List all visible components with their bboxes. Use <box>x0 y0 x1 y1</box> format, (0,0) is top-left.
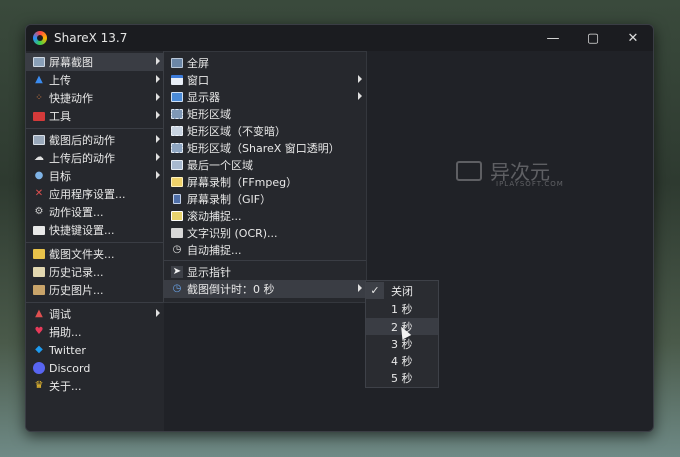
chevron-right-icon <box>156 75 160 83</box>
menu-item-destinations[interactable]: ● 目标 <box>26 167 164 185</box>
gif-record-icon <box>171 193 183 205</box>
capture-fullscreen[interactable]: 全屏 <box>164 54 366 72</box>
window-title: ShareX 13.7 <box>54 31 128 45</box>
watermark-logo-icon <box>456 160 482 181</box>
discord-icon <box>33 362 45 374</box>
user-target-icon: ● <box>34 170 44 181</box>
ocr-icon <box>171 227 183 239</box>
main-menu: 屏幕截图 ▲ 上传 ⁘ 快捷动作 工具 截图后的动作 ☁ 上传后的动作 ● 目标… <box>26 51 164 431</box>
chevron-right-icon <box>156 135 160 143</box>
capture-gif-recording[interactable]: 屏幕录制（GIF） <box>164 190 366 208</box>
cloud-icon: ☁ <box>34 152 44 163</box>
capture-ocr[interactable]: 文字识别 (OCR)... <box>164 224 366 242</box>
toolbox-icon <box>33 110 45 122</box>
delay-option-1s[interactable]: 1 秒 <box>366 300 438 317</box>
scroll-capture-icon <box>171 210 183 222</box>
menu-item-upload[interactable]: ▲ 上传 <box>26 71 164 89</box>
menu-item-after-upload[interactable]: ☁ 上传后的动作 <box>26 149 164 167</box>
monitor-action-icon <box>33 134 45 146</box>
wrench-icon: ✕ <box>34 188 44 199</box>
video-record-icon <box>171 176 183 188</box>
upload-arrow-icon: ▲ <box>35 74 43 85</box>
menu-item-after-capture[interactable]: 截图后的动作 <box>26 131 164 149</box>
capture-show-cursor[interactable]: ➤ 显示指针 <box>164 263 366 281</box>
rectangle-icon <box>171 108 183 120</box>
capture-region-transparent[interactable]: 矩形区域（ShareX 窗口透明） <box>164 139 366 157</box>
grid-dots-icon: ⁘ <box>35 93 43 103</box>
capture-monitor[interactable]: 显示器 <box>164 88 366 106</box>
capture-screenshot-delay[interactable]: ◷ 截图倒计时：0 秒 <box>164 280 366 298</box>
chevron-right-icon <box>156 93 160 101</box>
capture-region-light[interactable]: 矩形区域（不变暗） <box>164 122 366 140</box>
crown-icon: ♛ <box>34 380 44 391</box>
title-bar[interactable]: ShareX 13.7 — ▢ ✕ <box>26 25 653 51</box>
history-icon <box>33 266 45 278</box>
menu-item-about[interactable]: ♛ 关于... <box>26 377 164 395</box>
delay-option-off[interactable]: ✓ 关闭 <box>366 282 438 299</box>
menu-item-donate[interactable]: ♥ 捐助... <box>26 323 164 341</box>
image-history-icon <box>33 284 45 296</box>
menu-item-discord[interactable]: Discord <box>26 359 164 377</box>
chevron-right-icon <box>156 309 160 317</box>
twitter-icon: ◆ <box>35 344 43 355</box>
checkmark-icon: ✓ <box>366 282 384 299</box>
display-icon <box>171 91 183 103</box>
keyboard-icon <box>33 224 45 236</box>
menu-item-hotkey-settings[interactable]: 快捷键设置... <box>26 221 164 239</box>
menu-item-debug[interactable]: ▲ 调试 <box>26 305 164 323</box>
menu-item-twitter[interactable]: ◆ Twitter <box>26 341 164 359</box>
delay-option-4s[interactable]: 4 秒 <box>366 352 438 369</box>
close-button[interactable]: ✕ <box>613 25 653 51</box>
heart-icon: ♥ <box>34 326 44 337</box>
chevron-right-icon <box>358 284 362 292</box>
watermark: 异次元 IPLAYSOFT.COM <box>456 156 563 188</box>
capture-auto[interactable]: ◷ 自动捕捉... <box>164 241 366 259</box>
capture-window[interactable]: 窗口 <box>164 71 366 89</box>
menu-item-tools[interactable]: 工具 <box>26 107 164 125</box>
timer-icon: ◷ <box>172 283 182 294</box>
menu-item-quick-actions[interactable]: ⁘ 快捷动作 <box>26 89 164 107</box>
capture-screen-recording[interactable]: 屏幕录制（FFmpeg） <box>164 173 366 191</box>
chevron-right-icon <box>358 75 362 83</box>
menu-item-capture[interactable]: 屏幕截图 <box>26 53 164 71</box>
chevron-right-icon <box>156 57 160 65</box>
monitor-icon <box>33 56 45 68</box>
rectangle-light-icon <box>171 125 183 137</box>
menu-separator <box>26 242 164 243</box>
capture-last-region[interactable]: 最后一个区域 <box>164 156 366 174</box>
delay-option-5s[interactable]: 5 秒 <box>366 369 438 386</box>
capture-region[interactable]: 矩形区域 <box>164 105 366 123</box>
folder-icon <box>33 248 45 260</box>
capture-scrolling[interactable]: 滚动捕捉... <box>164 207 366 225</box>
maximize-button[interactable]: ▢ <box>573 25 613 51</box>
window-icon <box>171 74 183 86</box>
clock-icon: ◷ <box>172 244 182 255</box>
sharex-window: ShareX 13.7 — ▢ ✕ 屏幕截图 ▲ 上传 ⁘ 快捷动作 工具 截图… <box>25 24 654 432</box>
minimize-button[interactable]: — <box>533 25 573 51</box>
fullscreen-icon <box>171 57 183 69</box>
menu-item-history[interactable]: 历史记录... <box>26 263 164 281</box>
chevron-right-icon <box>156 111 160 119</box>
chevron-right-icon <box>358 92 362 100</box>
capture-submenu: 全屏 窗口 显示器 矩形区域 矩形区域（不变暗） 矩形区域（ShareX 窗口透… <box>163 51 367 303</box>
menu-item-app-settings[interactable]: ✕ 应用程序设置... <box>26 185 164 203</box>
debug-icon: ▲ <box>35 308 43 319</box>
rectangle-transparent-icon <box>171 142 183 154</box>
gear-icon: ⚙ <box>34 206 44 217</box>
last-region-icon <box>171 159 183 171</box>
menu-separator <box>164 260 366 261</box>
menu-separator <box>26 302 164 303</box>
pointer-icon: ➤ <box>171 266 183 278</box>
sharex-logo-icon <box>33 31 47 45</box>
menu-item-image-history[interactable]: 历史图片... <box>26 281 164 299</box>
menu-separator <box>26 128 164 129</box>
chevron-right-icon <box>156 171 160 179</box>
menu-item-task-settings[interactable]: ⚙ 动作设置... <box>26 203 164 221</box>
menu-item-screenshots-folder[interactable]: 截图文件夹... <box>26 245 164 263</box>
chevron-right-icon <box>156 153 160 161</box>
